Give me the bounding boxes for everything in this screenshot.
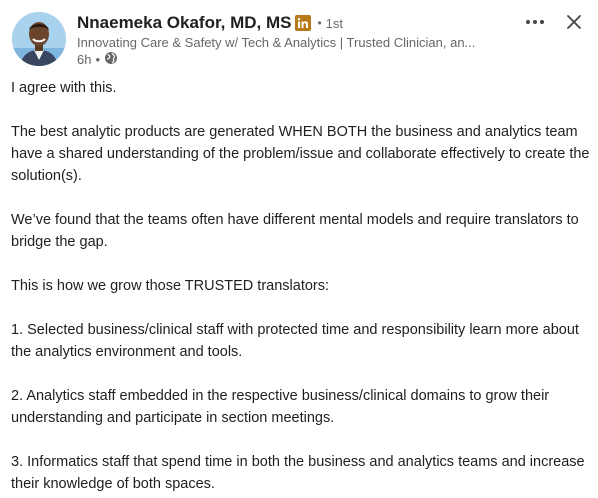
avatar-photo xyxy=(12,12,66,66)
post-paragraph: 2. Analytics staff embedded in the respe… xyxy=(11,388,550,426)
post-paragraph: I agree with this. xyxy=(11,80,117,96)
post-paragraph: The best analytic products are generated… xyxy=(11,124,590,184)
globe-icon xyxy=(104,51,118,68)
post-paragraph: This is how we grow those TRUSTED transl… xyxy=(11,278,330,294)
post-paragraph: 3. Informatics staff that spend time in … xyxy=(11,454,585,492)
post-paragraph: We’ve found that the teams often have di… xyxy=(11,212,579,250)
connection-degree: 1st xyxy=(325,15,344,31)
post-time: 6h xyxy=(77,52,92,67)
author-name-row: Nnaemeka Okafor, MD, MS • 1st xyxy=(77,12,506,34)
author-meta: Nnaemeka Okafor, MD, MS • 1st Innovating… xyxy=(77,12,506,68)
author-headline: Innovating Care & Safety w/ Tech & Analy… xyxy=(77,35,476,50)
post-actions xyxy=(524,14,582,30)
separator-dot: • xyxy=(317,16,322,30)
avatar[interactable] xyxy=(12,12,66,66)
post-time-row: 6h • xyxy=(77,51,506,68)
post-paragraph: 1. Selected business/clinical staff with… xyxy=(11,322,579,360)
feed-post: Nnaemeka Okafor, MD, MS • 1st Innovating… xyxy=(0,0,598,498)
separator-dot: • xyxy=(95,52,101,67)
more-horizontal-icon[interactable] xyxy=(524,14,546,30)
post-body: I agree with this. The best analytic pro… xyxy=(11,77,591,498)
author-name[interactable]: Nnaemeka Okafor, MD, MS xyxy=(77,13,291,33)
linkedin-icon xyxy=(295,15,312,31)
close-icon[interactable] xyxy=(566,14,582,30)
post-header: Nnaemeka Okafor, MD, MS • 1st Innovating… xyxy=(12,12,586,70)
